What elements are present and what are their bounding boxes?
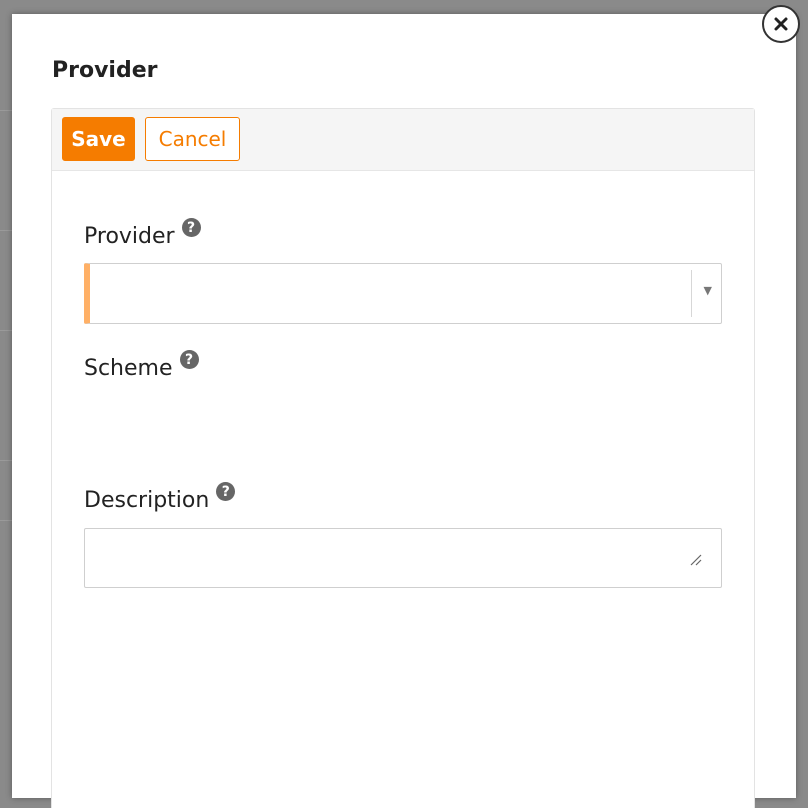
description-textarea[interactable] [84,528,722,588]
background-separator [0,520,12,521]
question-circle-icon[interactable]: ? [181,218,201,237]
dialog-title: Provider [52,58,158,83]
provider-dialog: Provider Save Cancel Provider ? ▼ Scheme… [12,14,796,808]
background-separator [0,110,12,111]
description-label: Description [84,488,210,513]
background-separator [0,460,12,461]
scheme-label-row: Scheme ? [84,350,199,381]
save-button[interactable]: Save [62,117,135,161]
provider-label-row: Provider ? [84,218,201,249]
provider-select[interactable]: ▼ [84,263,722,324]
question-circle-icon[interactable]: ? [216,482,236,501]
description-label-row: Description ? [84,482,236,513]
chevron-down-icon[interactable]: ▼ [704,284,712,297]
resize-grip-icon[interactable] [688,552,702,566]
form-panel: Save Cancel Provider ? ▼ Scheme ? Descri… [51,108,755,808]
background-separator [0,230,12,231]
scheme-label: Scheme [84,356,173,381]
close-button[interactable] [762,5,800,43]
question-circle-icon[interactable]: ? [179,350,199,369]
provider-label: Provider [84,224,175,249]
select-divider [691,270,692,317]
background-separator [0,330,12,331]
form-toolbar: Save Cancel [52,109,754,171]
close-icon [774,17,788,31]
cancel-button[interactable]: Cancel [145,117,240,161]
